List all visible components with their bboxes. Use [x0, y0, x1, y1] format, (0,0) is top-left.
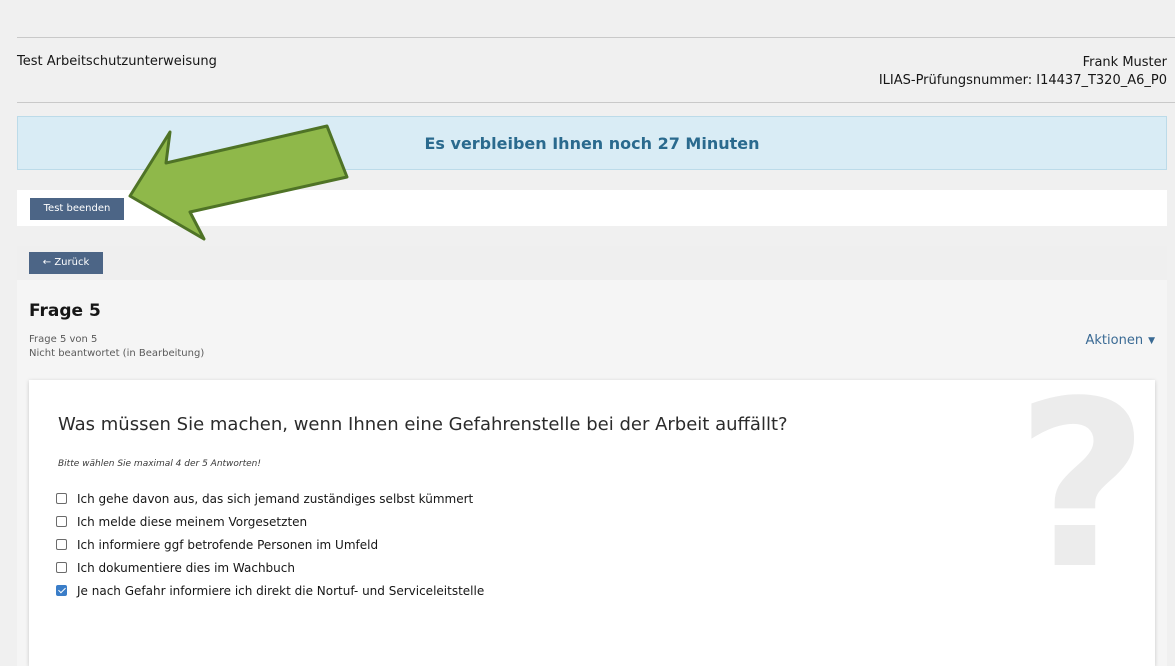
answer-option[interactable]: Je nach Gefahr informiere ich direkt die… [56, 579, 484, 602]
user-info: Frank Muster ILIAS-Prüfungsnummer: I1443… [879, 54, 1167, 90]
answer-option[interactable]: Ich informiere ggf betrofende Personen i… [56, 533, 484, 556]
answer-option[interactable]: Ich dokumentiere dies im Wachbuch [56, 556, 484, 579]
question-text: Was müssen Sie machen, wenn Ihnen eine G… [58, 414, 788, 435]
answer-label: Ich dokumentiere dies im Wachbuch [77, 560, 295, 575]
question-meta: Frage 5 von 5 Nicht beantwortet (in Bear… [29, 333, 204, 361]
question-card: ? Was müssen Sie machen, wenn Ihnen eine… [29, 372, 1155, 666]
finish-test-button[interactable]: Test beenden [30, 198, 124, 220]
user-name: Frank Muster [1082, 55, 1167, 70]
answer-checkbox[interactable] [56, 493, 67, 504]
answer-hint: Bitte wählen Sie maximal 4 der 5 Antwort… [58, 459, 261, 469]
answer-label: Ich gehe davon aus, das sich jemand zust… [77, 491, 474, 506]
header-top-rule [17, 37, 1175, 38]
answer-list: Ich gehe davon aus, das sich jemand zust… [56, 487, 484, 602]
back-button-label: Zurück [54, 257, 90, 268]
answer-checkbox[interactable] [56, 585, 67, 596]
back-button[interactable]: ← Zurück [29, 252, 103, 274]
answer-option[interactable]: Ich gehe davon aus, das sich jemand zust… [56, 487, 484, 510]
question-status: Nicht beantwortet (in Bearbeitung) [29, 348, 205, 359]
question-position: Frage 5 von 5 [29, 334, 98, 345]
test-title: Test Arbeitschutzunterweisung [17, 54, 217, 69]
question-mark-icon: ? [1015, 353, 1149, 620]
header-bottom-rule [17, 102, 1175, 103]
arrow-left-icon: ← [42, 257, 52, 268]
finish-toolbar: Test beenden [17, 190, 1167, 226]
time-remaining-text: Es verbleiben Ihnen noch 27 Minuten [424, 133, 760, 153]
caret-down-icon: ▼ [1148, 335, 1155, 346]
answer-label: Ich informiere ggf betrofende Personen i… [77, 537, 379, 552]
navigation-strip: ← Zurück [17, 246, 1167, 280]
actions-dropdown[interactable]: Aktionen ▼ [1086, 333, 1155, 348]
actions-label: Aktionen [1085, 333, 1144, 348]
answer-option[interactable]: Ich melde diese meinem Vorgesetzten [56, 510, 484, 533]
exam-number: ILIAS-Prüfungsnummer: I14437_T320_A6_P0 [878, 73, 1167, 88]
time-remaining-banner: Es verbleiben Ihnen noch 27 Minuten [17, 116, 1167, 170]
question-panel: ← Zurück Frage 5 Frage 5 von 5 Nicht bea… [17, 246, 1167, 666]
answer-checkbox[interactable] [56, 562, 67, 573]
answer-label: Ich melde diese meinem Vorgesetzten [77, 514, 308, 529]
answer-checkbox[interactable] [56, 539, 67, 550]
answer-label: Je nach Gefahr informiere ich direkt die… [77, 583, 485, 598]
question-title: Frage 5 [29, 301, 101, 321]
answer-checkbox[interactable] [56, 516, 67, 527]
